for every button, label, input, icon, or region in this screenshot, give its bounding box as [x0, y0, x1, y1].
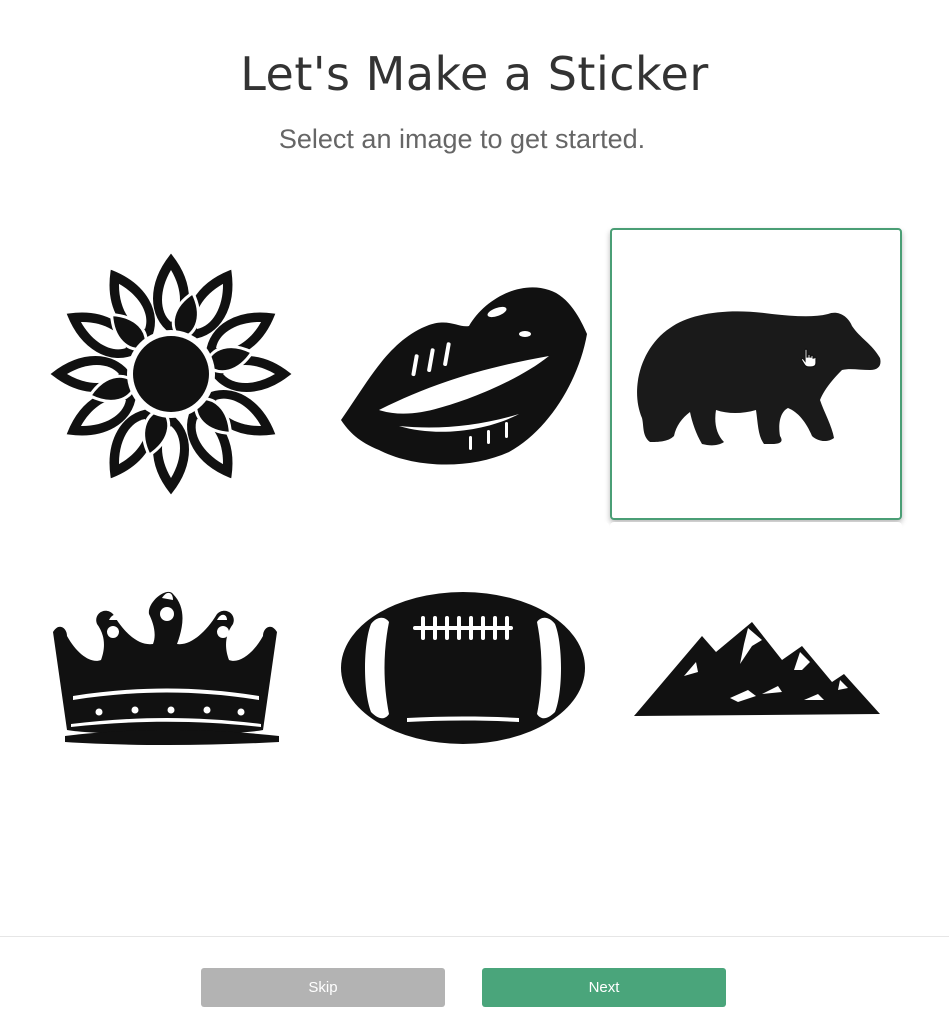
football-icon [341, 592, 585, 744]
page-subtitle: Select an image to get started. [278, 124, 646, 154]
crown-icon [53, 591, 279, 745]
next-button[interactable]: Next [482, 968, 726, 1007]
image-option-crown[interactable] [25, 522, 317, 814]
image-option-mountains[interactable] [610, 522, 902, 814]
lips-icon [341, 287, 587, 465]
image-option-bear[interactable] [610, 228, 902, 520]
page-title: Let's Make a Sticker [240, 47, 709, 101]
image-option-football[interactable] [317, 522, 609, 814]
mountains-icon [634, 622, 880, 716]
sunflower-icon [50, 253, 292, 495]
image-option-lips[interactable] [317, 228, 609, 520]
footer-divider [0, 936, 949, 937]
bear-icon [637, 311, 881, 446]
hand-cursor-icon [800, 348, 817, 368]
skip-button[interactable]: Skip [201, 968, 445, 1007]
image-option-sunflower[interactable] [25, 228, 317, 520]
